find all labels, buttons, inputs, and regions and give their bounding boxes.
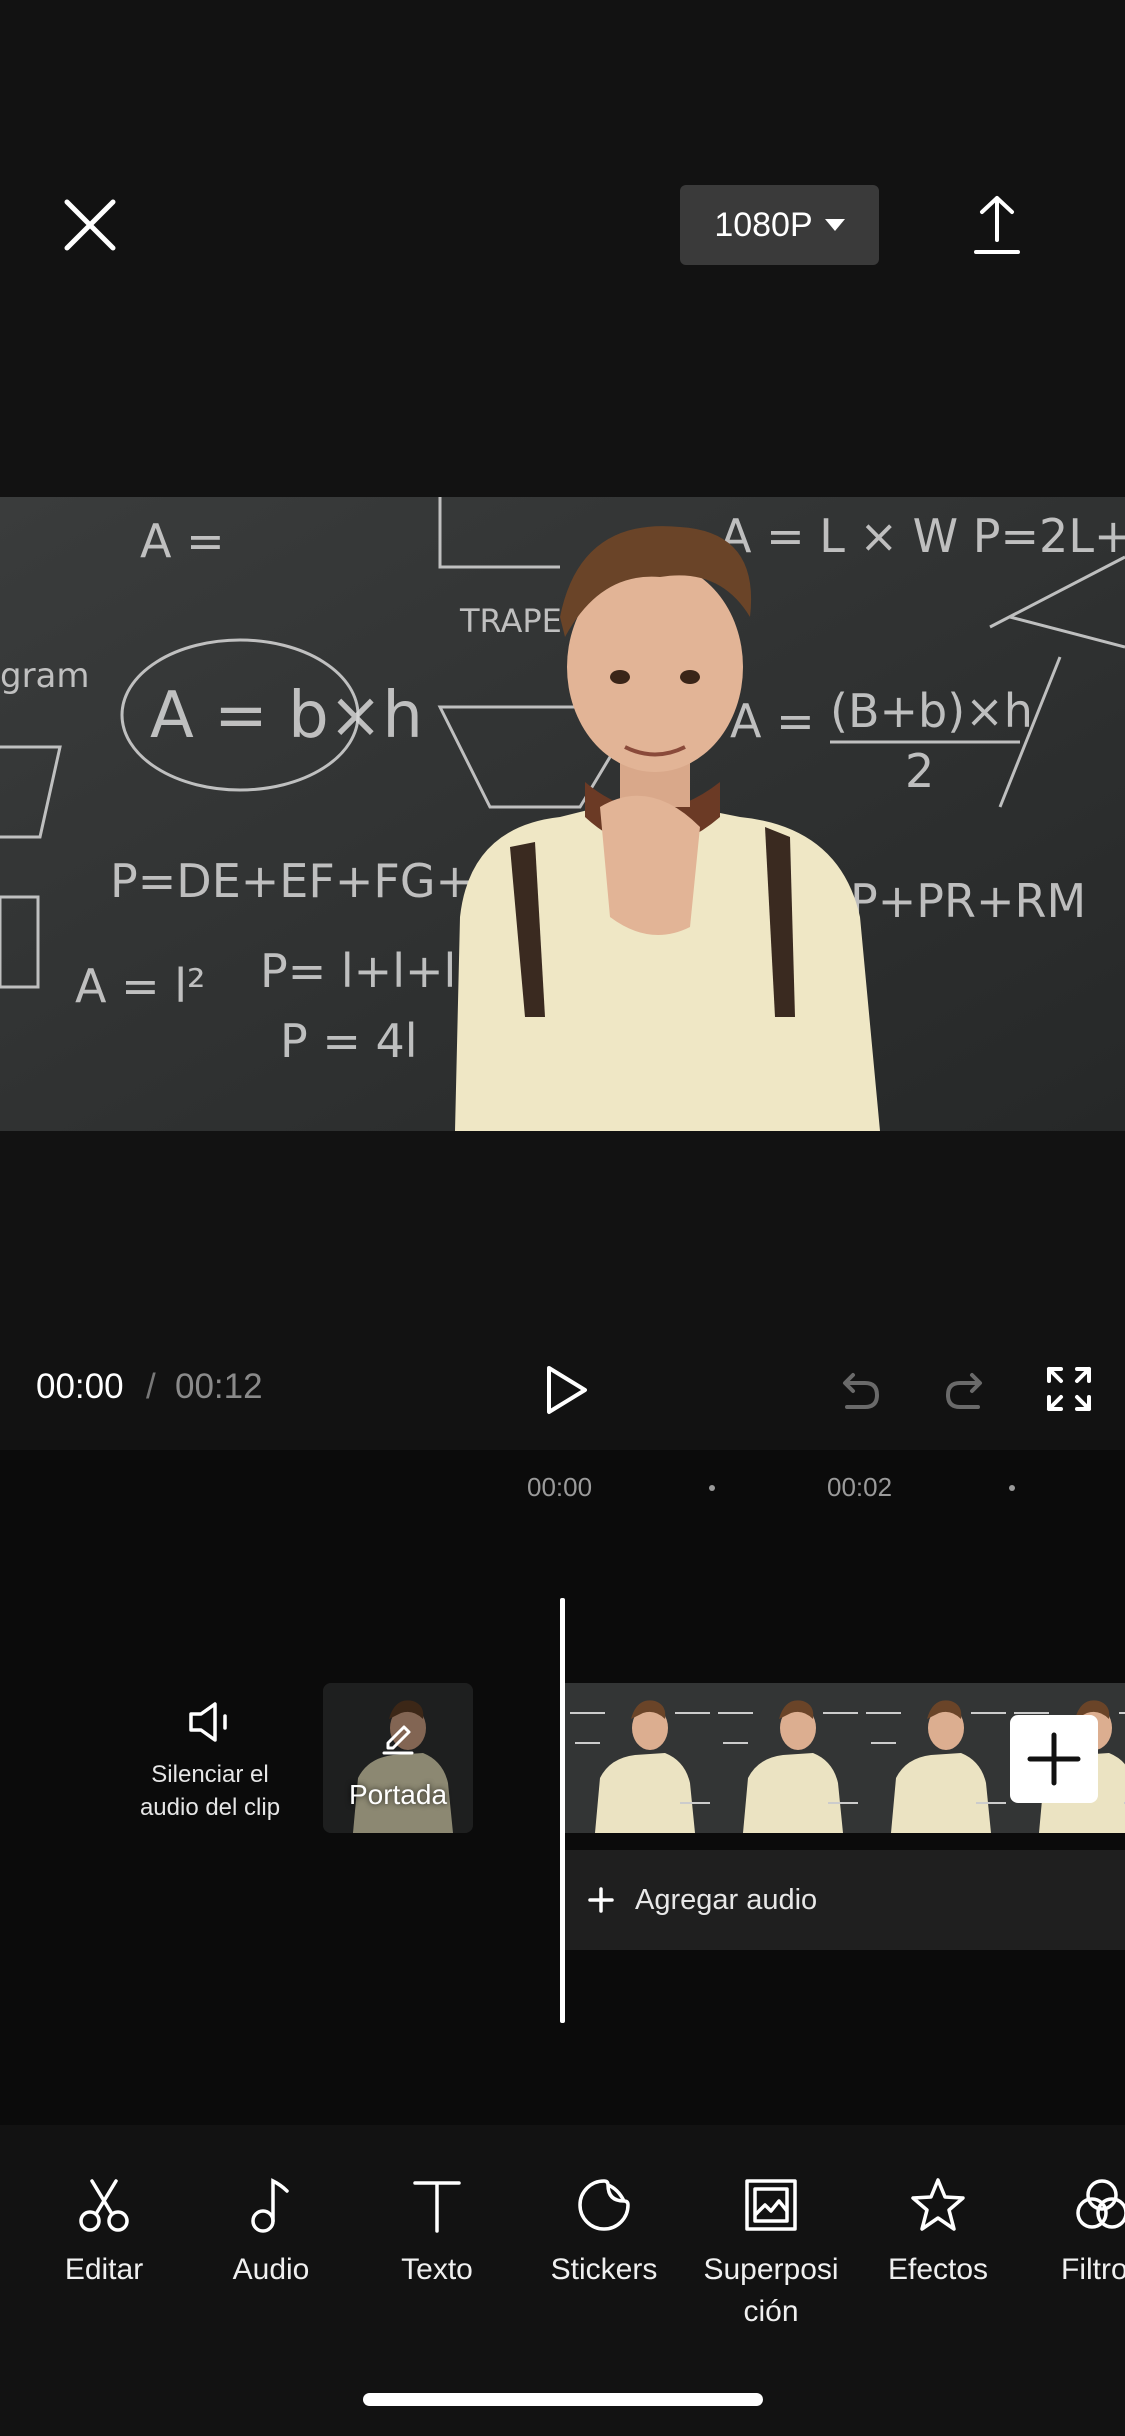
svg-text:A = l²: A = l² xyxy=(75,959,205,1013)
play-icon xyxy=(547,1366,587,1414)
filter-icon xyxy=(1076,2179,1125,2229)
scissors-icon xyxy=(79,2179,129,2232)
ruler-dot xyxy=(1009,1485,1015,1491)
svg-text:(B+b)×h: (B+b)×h xyxy=(830,684,1033,738)
total-time: 00:12 xyxy=(175,1367,263,1406)
star-icon xyxy=(911,2178,965,2231)
clip-frame xyxy=(713,1683,863,1833)
tool-audio[interactable]: Audio xyxy=(196,2175,346,2291)
add-clip-button[interactable] xyxy=(1010,1715,1098,1803)
tool-stickers[interactable]: Stickers xyxy=(529,2175,679,2291)
preview-image: A = A = L × W P=2L+2 TRAPE A = b×h A = (… xyxy=(0,497,1125,1131)
speaker-icon xyxy=(189,1702,227,1742)
redo-button[interactable] xyxy=(940,1365,992,1417)
add-audio-button[interactable]: Agregar audio xyxy=(565,1850,1125,1950)
clip-frame xyxy=(861,1683,1011,1833)
tool-label: Editar xyxy=(64,2253,144,2286)
playhead[interactable] xyxy=(560,1598,565,2023)
current-time: 00:00 xyxy=(36,1367,124,1406)
edit-pencil-icon xyxy=(382,1725,414,1755)
resolution-label: 1080P xyxy=(714,205,813,244)
mute-clip-audio-button[interactable]: Silenciar el audio del clip xyxy=(110,1700,310,1824)
svg-text:P = 4l: P = 4l xyxy=(280,1014,418,1068)
resolution-dropdown[interactable]: 1080P xyxy=(680,185,879,265)
music-note-icon xyxy=(251,2178,289,2233)
plus-icon xyxy=(1027,1732,1081,1786)
add-audio-label: Agregar audio xyxy=(635,1883,818,1916)
fullscreen-icon xyxy=(1047,1367,1091,1411)
mute-label: Silenciar el audio del clip xyxy=(139,1761,281,1821)
svg-text:A =: A = xyxy=(730,694,815,748)
tool-edit[interactable]: Editar xyxy=(29,2175,179,2291)
close-icon xyxy=(64,199,116,251)
clip-frame xyxy=(565,1683,715,1833)
tool-overlay[interactable]: Superposi ción xyxy=(696,2175,846,2333)
tool-label: Stickers xyxy=(550,2253,658,2286)
svg-text:2: 2 xyxy=(905,744,934,798)
caret-down-icon xyxy=(824,219,845,231)
ruler-label: 00:02 xyxy=(827,1472,893,1502)
svg-text:TRAPE: TRAPE xyxy=(459,602,562,640)
tool-effects[interactable]: Efectos xyxy=(863,2175,1013,2291)
undo-button[interactable] xyxy=(833,1365,885,1417)
svg-text:P= l+l+l: P= l+l+l xyxy=(260,944,456,998)
overlay-icon xyxy=(745,2179,797,2231)
tool-text[interactable]: Texto xyxy=(362,2175,512,2291)
svg-text:A = b×h: A = b×h xyxy=(150,679,423,753)
ruler-dot xyxy=(709,1485,715,1491)
home-indicator xyxy=(363,2393,763,2406)
timeline-panel[interactable]: 00:00 00:02 Silenciar el audio del clip … xyxy=(0,1450,1125,2125)
ruler-label: 00:00 xyxy=(527,1472,593,1502)
svg-text:P+PR+RM: P+PR+RM xyxy=(850,874,1086,928)
cover-thumbnail[interactable]: Portada xyxy=(323,1683,473,1833)
fullscreen-button[interactable] xyxy=(1045,1365,1093,1413)
svg-text:A = L × W P=2L+2: A = L × W P=2L+2 xyxy=(720,509,1125,563)
undo-icon xyxy=(843,1373,880,1409)
tool-label: Texto xyxy=(401,2253,473,2286)
play-button[interactable] xyxy=(535,1360,595,1420)
text-icon xyxy=(413,2181,461,2233)
redo-icon xyxy=(945,1373,982,1409)
svg-text:gram: gram xyxy=(0,656,90,696)
time-separator: / xyxy=(146,1367,156,1406)
export-button[interactable] xyxy=(962,190,1032,260)
tool-label: Audio xyxy=(232,2253,310,2286)
tool-label: Filtro xyxy=(1061,2253,1125,2286)
cover-label: Portada xyxy=(348,1779,448,1810)
tool-filter[interactable]: Filtro xyxy=(1030,2175,1125,2291)
upload-icon xyxy=(974,196,1020,254)
video-preview[interactable]: A = A = L × W P=2L+2 TRAPE A = b×h A = (… xyxy=(0,497,1125,1131)
svg-text:A =: A = xyxy=(140,514,225,568)
tool-label: Superposi ción xyxy=(703,2253,839,2328)
tool-label: Efectos xyxy=(887,2253,989,2286)
sticker-icon xyxy=(578,2179,630,2231)
close-button[interactable] xyxy=(55,190,125,260)
plus-icon xyxy=(588,1887,614,1913)
